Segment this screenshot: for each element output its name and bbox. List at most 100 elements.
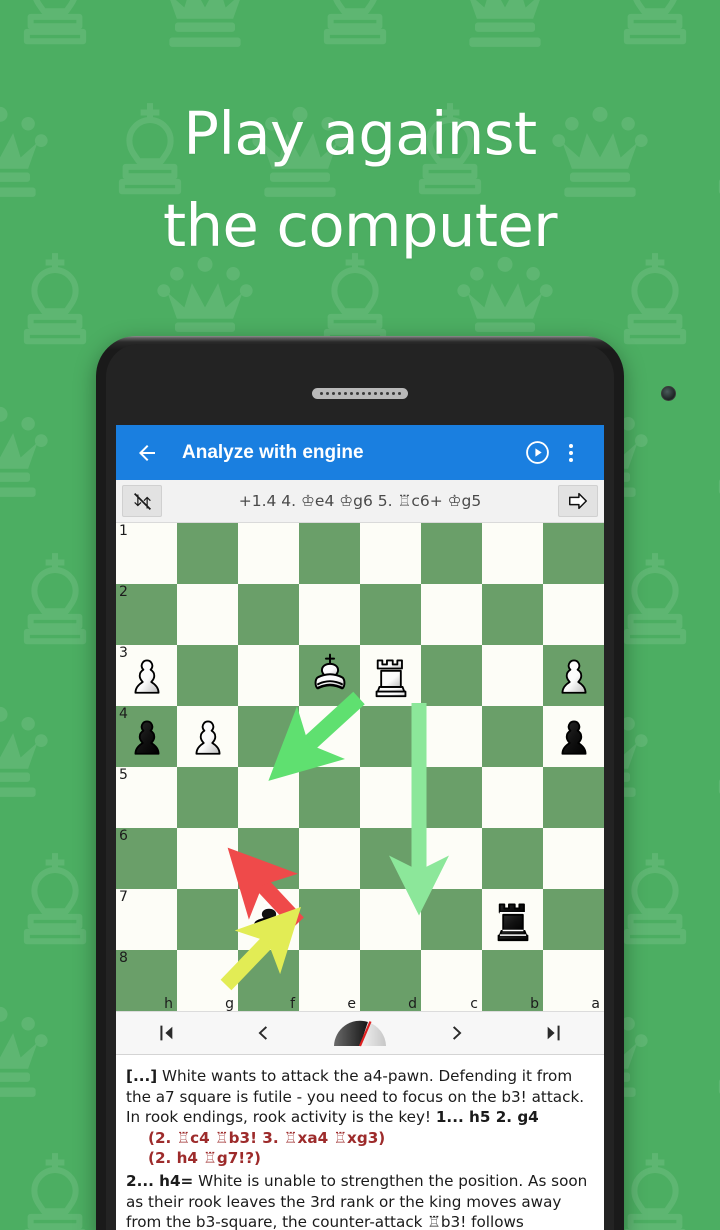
board-square[interactable] [299, 828, 360, 889]
queen-watermark-icon [445, 0, 565, 60]
board-square[interactable] [543, 767, 604, 828]
board-square[interactable] [360, 889, 421, 950]
rank-label: 8 [119, 950, 128, 966]
board-square[interactable]: 1 [116, 523, 177, 584]
chess-board[interactable]: 12345678hgfedcba [116, 523, 604, 1012]
next-move-button[interactable] [426, 1013, 490, 1053]
rank-label: 3 [119, 645, 128, 661]
board-square[interactable] [360, 584, 421, 645]
board-square[interactable] [360, 523, 421, 584]
go-to-end-button[interactable] [523, 1013, 587, 1053]
board-square[interactable] [299, 767, 360, 828]
board-square[interactable]: 8h [116, 950, 177, 1012]
board-square[interactable] [177, 523, 238, 584]
board-square[interactable] [177, 767, 238, 828]
board-square[interactable] [421, 706, 482, 767]
board-square[interactable] [238, 584, 299, 645]
board-square[interactable]: a [543, 950, 604, 1012]
board-square[interactable] [421, 889, 482, 950]
more-vertical-icon[interactable] [554, 436, 588, 470]
king-watermark-icon [595, 0, 715, 60]
board-square[interactable]: 7 [116, 889, 177, 950]
queen-watermark-icon [0, 390, 60, 510]
board-square[interactable] [177, 828, 238, 889]
board-square[interactable] [482, 828, 543, 889]
board-square[interactable]: 6 [116, 828, 177, 889]
board-square[interactable] [421, 828, 482, 889]
board-square[interactable] [543, 523, 604, 584]
file-label: e [347, 996, 356, 1012]
annotation-panel[interactable]: [...] White wants to attack the a4-pawn.… [116, 1055, 604, 1230]
board-square[interactable] [360, 706, 421, 767]
board-square[interactable]: g [177, 950, 238, 1012]
board-square[interactable] [482, 584, 543, 645]
engine-analysis-line: +1.4 4. ♔e4 ♔g6 5. ♖c6+ ♔g5 [238, 492, 482, 510]
board-square[interactable] [177, 706, 238, 767]
board-square[interactable] [238, 645, 299, 706]
board-square[interactable]: 4 [116, 706, 177, 767]
app-screen: Analyze with engine +1.4 4. ♔e4 ♔g6 5. ♖… [116, 425, 604, 1230]
board-square[interactable] [482, 889, 543, 950]
comment-text-2: White is unable to strengthen the positi… [126, 1171, 588, 1230]
engine-bar: +1.4 4. ♔e4 ♔g6 5. ♖c6+ ♔g5 [116, 480, 604, 523]
file-label: a [591, 996, 600, 1012]
board-square[interactable] [238, 706, 299, 767]
board-square[interactable]: e [299, 950, 360, 1012]
evaluation-gauge[interactable] [328, 1013, 392, 1053]
board-square[interactable] [421, 523, 482, 584]
board-square[interactable] [360, 828, 421, 889]
board-square[interactable] [177, 645, 238, 706]
board-square[interactable] [299, 645, 360, 706]
queen-watermark-icon [145, 0, 265, 60]
board-square[interactable] [482, 767, 543, 828]
comment-moves-1: 1... h5 2. g4 [435, 1108, 539, 1127]
queen-watermark-icon [0, 690, 60, 810]
board-square[interactable] [543, 706, 604, 767]
board-square[interactable] [360, 645, 421, 706]
board-square[interactable] [238, 767, 299, 828]
previous-move-button[interactable] [230, 1013, 294, 1053]
king-watermark-icon [295, 0, 415, 60]
board-square[interactable] [421, 645, 482, 706]
board-square[interactable] [238, 889, 299, 950]
board-square[interactable] [543, 645, 604, 706]
flip-board-disabled-icon[interactable] [122, 485, 162, 517]
board-square[interactable] [177, 584, 238, 645]
board-square[interactable] [177, 889, 238, 950]
go-to-start-button[interactable] [133, 1013, 197, 1053]
black-rook-icon [482, 889, 543, 950]
board-square[interactable] [299, 584, 360, 645]
king-watermark-icon [0, 0, 115, 60]
board-square[interactable] [543, 828, 604, 889]
board-square[interactable] [482, 523, 543, 584]
arrow-right-icon[interactable] [558, 485, 598, 517]
board-square[interactable]: 5 [116, 767, 177, 828]
board-grid: 12345678hgfedcba [116, 523, 604, 1012]
comment-paragraph-2: 2... h4= White is unable to strengthen t… [126, 1171, 594, 1230]
comment-ellipsis: [...] [126, 1067, 158, 1085]
board-square[interactable]: 3 [116, 645, 177, 706]
board-square[interactable] [299, 706, 360, 767]
board-square[interactable] [421, 767, 482, 828]
board-square[interactable]: c [421, 950, 482, 1012]
board-square[interactable] [482, 645, 543, 706]
white-pawn-icon [177, 706, 238, 767]
variation-line-1: (2. ♖c4 ♖b3! 3. ♖xa4 ♖xg3) [148, 1128, 386, 1147]
board-square[interactable]: 2 [116, 584, 177, 645]
board-square[interactable] [543, 584, 604, 645]
board-square[interactable]: d [360, 950, 421, 1012]
board-square[interactable] [482, 706, 543, 767]
board-square[interactable] [238, 523, 299, 584]
play-circle-icon[interactable] [520, 436, 554, 470]
board-square[interactable] [299, 889, 360, 950]
board-square[interactable] [360, 767, 421, 828]
board-square[interactable] [299, 523, 360, 584]
board-square[interactable] [543, 889, 604, 950]
file-label: h [164, 996, 173, 1012]
board-square[interactable]: f [238, 950, 299, 1012]
board-square[interactable] [238, 828, 299, 889]
board-square[interactable]: b [482, 950, 543, 1012]
board-square[interactable] [421, 584, 482, 645]
back-icon[interactable] [132, 438, 162, 468]
rank-label: 1 [119, 523, 128, 539]
